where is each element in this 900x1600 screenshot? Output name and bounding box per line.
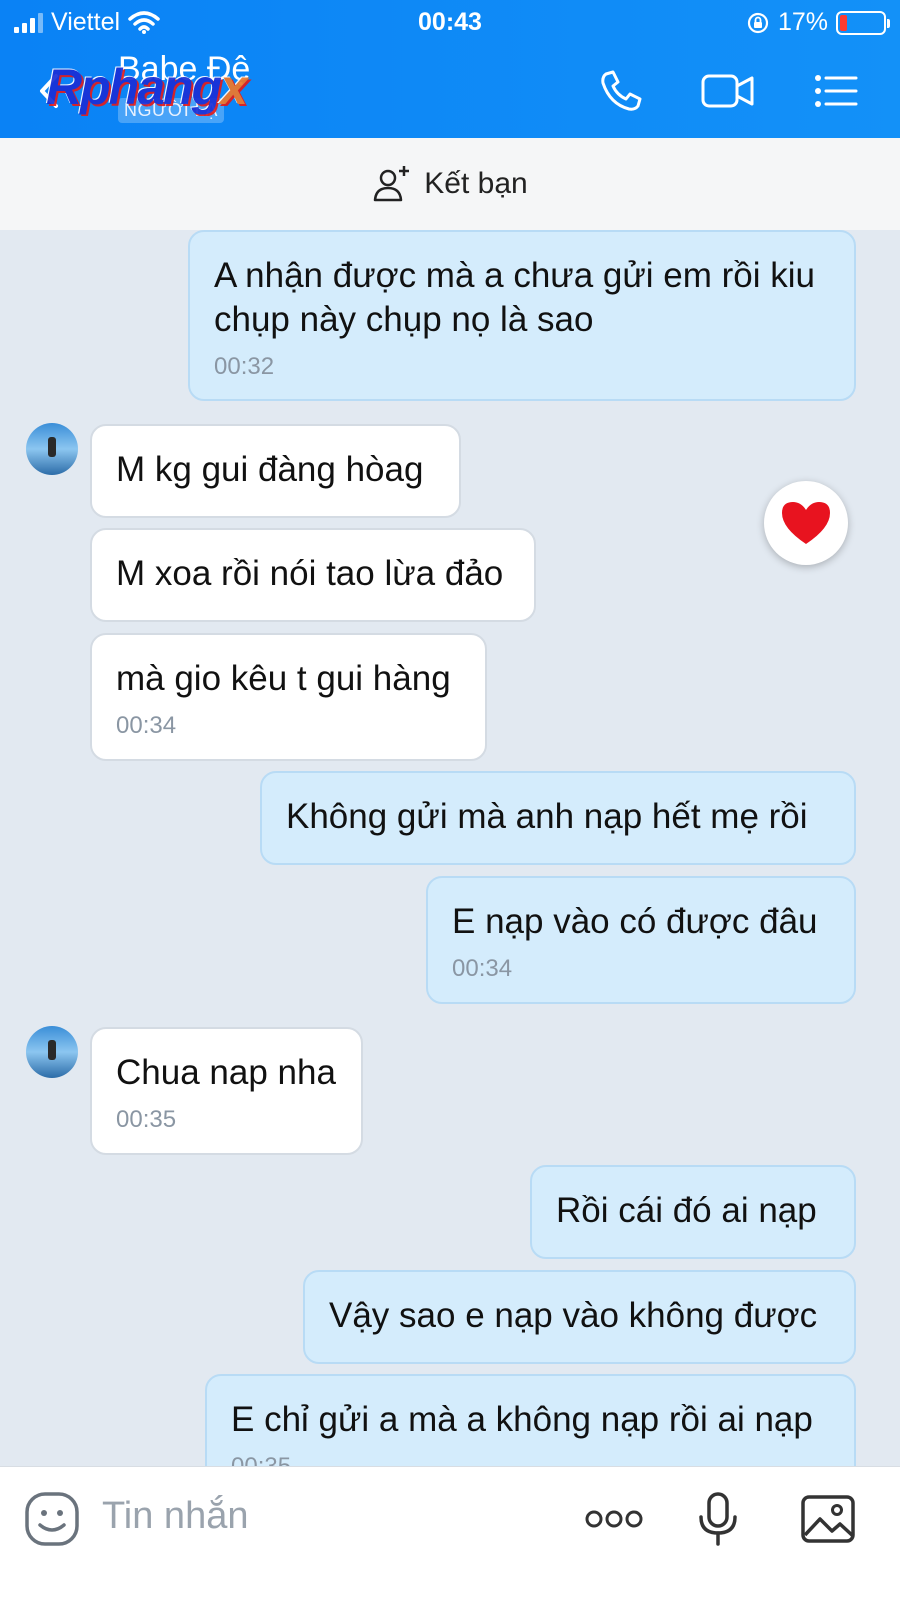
mic-icon[interactable] <box>690 1491 746 1547</box>
message-time: 00:34 <box>116 712 177 739</box>
video-icon[interactable] <box>700 66 756 116</box>
battery-icon <box>836 10 890 35</box>
add-friend-label: Kết bạn <box>424 167 528 200</box>
battery-level <box>840 14 847 31</box>
status-bar: Viettel 00:43 17% <box>0 0 900 44</box>
chat-header: Viettel 00:43 17% Babe Đệ NGƯỜI LẠ Rphan… <box>0 0 900 138</box>
avatar[interactable] <box>26 423 78 475</box>
add-person-icon <box>374 166 410 202</box>
message-text: E nạp vào có được đâu <box>452 902 818 941</box>
more-icon[interactable] <box>584 1491 644 1547</box>
message-outgoing[interactable]: A nhận được mà a chưa gửi em rồi kiu chụ… <box>188 230 856 401</box>
message-input[interactable]: Tin nhắn <box>102 1495 248 1538</box>
message-text: Rồi cái đó ai nạp <box>556 1191 817 1230</box>
message-incoming[interactable]: mà gio kêu t gui hàng 00:34 <box>90 633 487 761</box>
orientation-lock-icon <box>747 12 769 33</box>
message-incoming[interactable]: Chua nap nha 00:35 <box>90 1027 363 1155</box>
message-text: A nhận được mà a chưa gửi em rồi kiu chụ… <box>214 256 816 339</box>
input-bar: Tin nhắn <box>0 1466 900 1600</box>
message-outgoing[interactable]: Vậy sao e nạp vào không được <box>303 1270 856 1364</box>
nav-bar: Babe Đệ NGƯỜI LẠ Rphangx <box>0 44 900 138</box>
message-outgoing[interactable]: E nạp vào có được đâu 00:34 <box>426 876 856 1004</box>
message-text: Không gửi mà anh nạp hết mẹ rồi <box>286 797 808 836</box>
message-text: mà gio kêu t gui hàng <box>116 659 451 698</box>
message-time: 00:35 <box>116 1106 177 1133</box>
message-outgoing[interactable]: Không gửi mà anh nạp hết mẹ rồi <box>260 771 856 865</box>
watermark-logo: Rphangx <box>46 59 248 115</box>
message-text: Chua nap nha <box>116 1053 336 1092</box>
message-text: M kg gui đàng hòag <box>116 450 424 489</box>
message-incoming[interactable]: M kg gui đàng hòag <box>90 424 461 518</box>
message-outgoing[interactable]: Rồi cái đó ai nạp <box>530 1165 856 1259</box>
battery-percent: 17% <box>777 8 828 36</box>
sticker-icon[interactable] <box>24 1491 80 1547</box>
avatar[interactable] <box>26 1026 78 1078</box>
message-text: E chỉ gửi a mà a không nạp rồi ai nạp <box>231 1400 813 1439</box>
status-right: 17% <box>746 8 890 37</box>
phone-icon[interactable] <box>596 66 646 116</box>
message-list[interactable]: A nhận được mà a chưa gửi em rồi kiu chụ… <box>0 230 900 1496</box>
heart-icon <box>782 502 830 544</box>
message-time: 00:32 <box>214 353 275 380</box>
message-incoming[interactable]: M xoa rồi nói tao lừa đảo <box>90 528 536 622</box>
menu-icon[interactable] <box>810 66 860 116</box>
reaction-button[interactable] <box>764 481 848 565</box>
message-text: Vậy sao e nạp vào không được <box>329 1296 818 1335</box>
image-icon[interactable] <box>800 1491 856 1547</box>
add-friend-button[interactable]: Kết bạn <box>0 138 900 230</box>
message-text: M xoa rồi nói tao lừa đảo <box>116 554 504 593</box>
message-time: 00:34 <box>452 955 513 982</box>
